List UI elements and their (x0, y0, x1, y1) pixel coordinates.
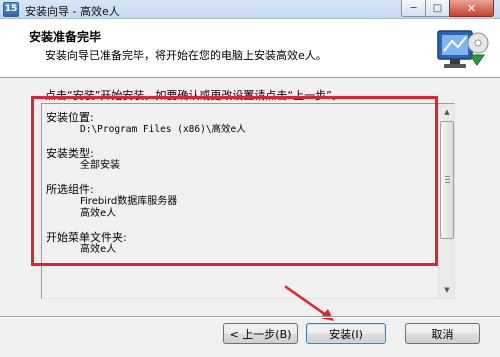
app-icon: 15 (3, 2, 19, 17)
cancel-button[interactable]: 取消 (405, 323, 480, 344)
window-title: 安装向导 - 高效e人 (25, 5, 120, 18)
back-button[interactable]: < 上一步(B) (223, 323, 298, 344)
install-button[interactable]: 安装(I) (306, 323, 386, 344)
memo-value-component-1: Firebird数据库服务器 (80, 196, 178, 207)
vertical-scrollbar[interactable]: ▲ ▼ (438, 104, 454, 298)
memo-label-install-type: 安装类型: (46, 147, 94, 160)
maximize-button[interactable]: □ (425, 0, 450, 17)
memo-value-install-location: D:\Program Files (x86)\高效e人 (80, 124, 246, 135)
scroll-up-icon[interactable]: ▲ (440, 104, 454, 120)
scroll-down-icon[interactable]: ▼ (440, 282, 454, 298)
instruction-text: 点击“安装”开始安装。如要确认或更改设置请点击“上一步”。 (45, 89, 343, 102)
summary-content: 安装位置: D:\Program Files (x86)\高效e人 安装类型: … (46, 112, 246, 256)
memo-label-components: 所选组件: (46, 183, 94, 196)
memo-value-install-type: 全部安装 (80, 160, 120, 171)
wizard-header: 安装准备完毕 安装向导已准备完毕，将开始在您的电脑上安装高效e人。 (0, 19, 500, 78)
title-bar: 15 安装向导 - 高效e人 ─ □ ✕ (0, 0, 500, 19)
computer-install-icon (437, 30, 489, 68)
memo-label-start-menu: 开始菜单文件夹: (46, 231, 127, 244)
minimize-button[interactable]: ─ (401, 0, 426, 17)
memo-label-install-location: 安装位置: (46, 111, 94, 124)
page-subtitle: 安装向导已准备完毕，将开始在您的电脑上安装高效e人。 (45, 49, 327, 62)
memo-value-start-menu: 高效e人 (80, 244, 117, 255)
bottom-separator (0, 316, 500, 318)
summary-memo[interactable]: 安装位置: D:\Program Files (x86)\高效e人 安装类型: … (41, 103, 455, 299)
grip-icon (445, 176, 450, 183)
memo-value-component-2: 高效e人 (80, 208, 117, 219)
close-button[interactable]: ✕ (449, 0, 494, 17)
page-title: 安装准备完毕 (29, 30, 102, 44)
scroll-thumb[interactable] (440, 121, 454, 239)
